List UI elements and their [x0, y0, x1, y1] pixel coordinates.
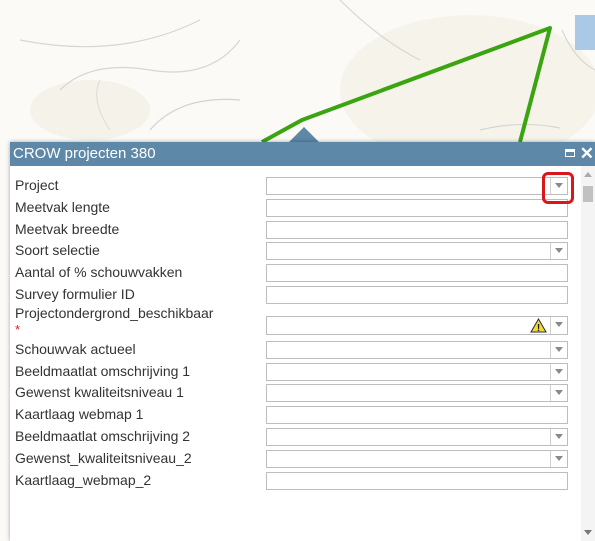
- dropdown-field[interactable]: [266, 362, 568, 381]
- field-label: Beeldmaatlat omschrijving 2: [15, 427, 191, 444]
- chevron-down-icon: [555, 248, 563, 254]
- form-row: Gewenst kwaliteitsniveau 1: [10, 383, 580, 405]
- dropdown-button[interactable]: [550, 428, 567, 445]
- field-label: Soort selectie: [15, 242, 100, 259]
- form-row: Beeldmaatlat omschrijving 2: [10, 427, 580, 449]
- field-label: Aantal of % schouwvakken: [15, 264, 183, 281]
- scroll-down-icon[interactable]: [584, 530, 592, 535]
- scroll-up-icon[interactable]: [584, 172, 592, 177]
- form-row: Schouwvak actueel: [10, 340, 580, 362]
- scroll-thumb[interactable]: [583, 186, 593, 202]
- field-label: Project: [15, 177, 59, 193]
- field-label: Schouwvak actueel: [15, 340, 136, 357]
- highlight-annotation: [542, 172, 574, 204]
- text-field[interactable]: [266, 220, 568, 239]
- form-row: Beeldmaatlat omschrijving 1: [10, 362, 580, 384]
- text-field[interactable]: [266, 264, 568, 283]
- chevron-down-icon: [555, 368, 563, 374]
- dropdown-button[interactable]: [550, 316, 567, 334]
- text-field[interactable]: [266, 198, 568, 217]
- popup-pointer: [288, 127, 320, 143]
- field-label: Gewenst_kwaliteitsniveau_2: [15, 449, 192, 466]
- form-row: Aantal of % schouwvakken: [10, 263, 580, 285]
- dropdown-field[interactable]: [266, 340, 568, 359]
- field-label: Meetvak lengte: [15, 198, 110, 215]
- dropdown-field[interactable]: [266, 177, 568, 195]
- chevron-down-icon: [555, 455, 563, 461]
- form-row: Projectondergrond_beschikbaar *!: [10, 304, 580, 340]
- form-row: Meetvak lengte: [10, 198, 580, 220]
- chevron-down-icon: [555, 346, 563, 352]
- popup-header: CROW projecten 380 ✕: [10, 142, 595, 166]
- attribute-popup: CROW projecten 380 ✕ Project Meetvak leng…: [10, 142, 595, 541]
- chevron-down-icon: [555, 390, 563, 396]
- form-row: Kaartlaag webmap 1: [10, 405, 580, 427]
- dropdown-button[interactable]: [550, 450, 567, 467]
- field-label: Projectondergrond_beschikbaar: [15, 304, 214, 321]
- required-marker: *: [15, 321, 21, 337]
- dropdown-field[interactable]: [266, 427, 568, 446]
- field-label: Survey formulier ID: [15, 285, 135, 302]
- svg-text:!: !: [537, 323, 540, 333]
- form-row: Gewenst_kwaliteitsniveau_2: [10, 449, 580, 471]
- form-row: Kaartlaag_webmap_2: [10, 471, 580, 493]
- chevron-down-icon: [555, 433, 563, 439]
- form-row: Survey formulier ID: [10, 285, 580, 307]
- text-field[interactable]: [266, 406, 568, 425]
- form-row: Soort selectie: [10, 241, 580, 263]
- dropdown-field[interactable]: [266, 449, 568, 468]
- dropdown-field[interactable]: [266, 242, 568, 261]
- field-label: Beeldmaatlat omschrijving 1: [15, 362, 191, 379]
- dropdown-field[interactable]: !: [266, 315, 568, 335]
- maximize-icon[interactable]: [565, 149, 575, 157]
- dropdown-button[interactable]: [550, 363, 567, 380]
- field-label: Kaartlaag_webmap_2: [15, 471, 152, 488]
- chevron-down-icon: [555, 321, 563, 327]
- field-label: Gewenst kwaliteitsniveau 1: [15, 384, 184, 401]
- field-label: Kaartlaag webmap 1: [15, 406, 144, 423]
- water-area: [575, 15, 595, 50]
- attribute-form: Project Meetvak lengte Meetvak breedte Soor…: [10, 176, 580, 492]
- dropdown-field[interactable]: [266, 384, 568, 403]
- close-icon[interactable]: ✕: [580, 142, 594, 166]
- scrollbar[interactable]: [581, 166, 595, 541]
- dropdown-button[interactable]: [550, 385, 567, 402]
- form-row: Meetvak breedte: [10, 220, 580, 242]
- dropdown-button[interactable]: [550, 341, 567, 358]
- warning-icon: !: [530, 317, 547, 333]
- text-field[interactable]: [266, 471, 568, 490]
- dropdown-button[interactable]: [550, 243, 567, 260]
- form-row: Project: [10, 176, 580, 198]
- field-label: Meetvak breedte: [15, 220, 120, 237]
- popup-title: CROW projecten 380: [13, 145, 156, 162]
- text-field[interactable]: [266, 285, 568, 304]
